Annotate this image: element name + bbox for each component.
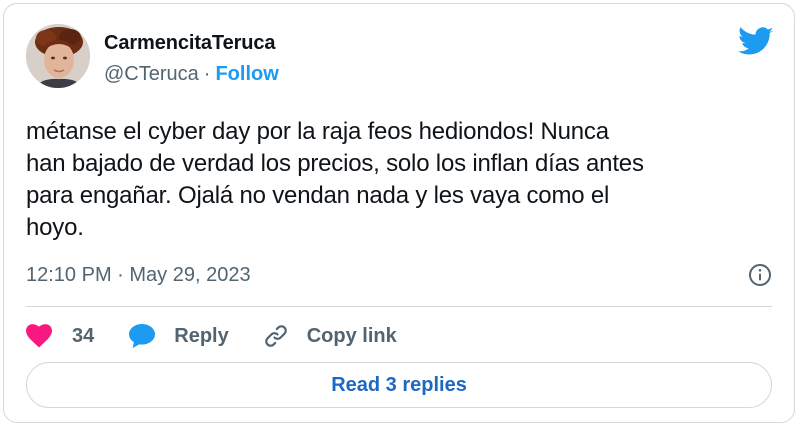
reply-label: Reply [174, 324, 229, 347]
link-icon [264, 325, 287, 347]
author-display-name[interactable]: CarmencitaTeruca [104, 32, 276, 55]
read-replies-button[interactable]: Read 3 replies [26, 362, 772, 408]
like-count: 34 [72, 324, 95, 347]
action-bar: 34 Reply Copy link [26, 320, 431, 352]
copy-link-label: Copy link [306, 324, 397, 347]
like-button[interactable]: 34 [26, 324, 94, 348]
author-handle-row: @CTeruca · Follow [104, 63, 279, 86]
action-divider [26, 306, 772, 307]
twitter-bird-icon[interactable] [738, 27, 774, 57]
copy-link-button[interactable]: Copy link [263, 323, 397, 349]
author-handle[interactable]: @CTeruca [104, 63, 199, 85]
info-circle-icon[interactable] [748, 263, 772, 287]
reply-button[interactable]: Reply [128, 323, 229, 349]
avatar-image [26, 24, 90, 88]
follow-button[interactable]: Follow [215, 63, 278, 85]
handle-separator: · [203, 63, 211, 85]
heart-icon [26, 324, 52, 348]
speech-bubble-icon [129, 324, 156, 348]
tweet-text: métanse el cyber day por la raja feos he… [26, 118, 644, 241]
avatar[interactable] [26, 24, 90, 88]
tweet-card: CarmencitaTeruca @CTeruca · Follow métanse… [3, 3, 795, 423]
tweet-timestamp[interactable]: 12:10 PM · May 29, 2023 [26, 264, 251, 287]
